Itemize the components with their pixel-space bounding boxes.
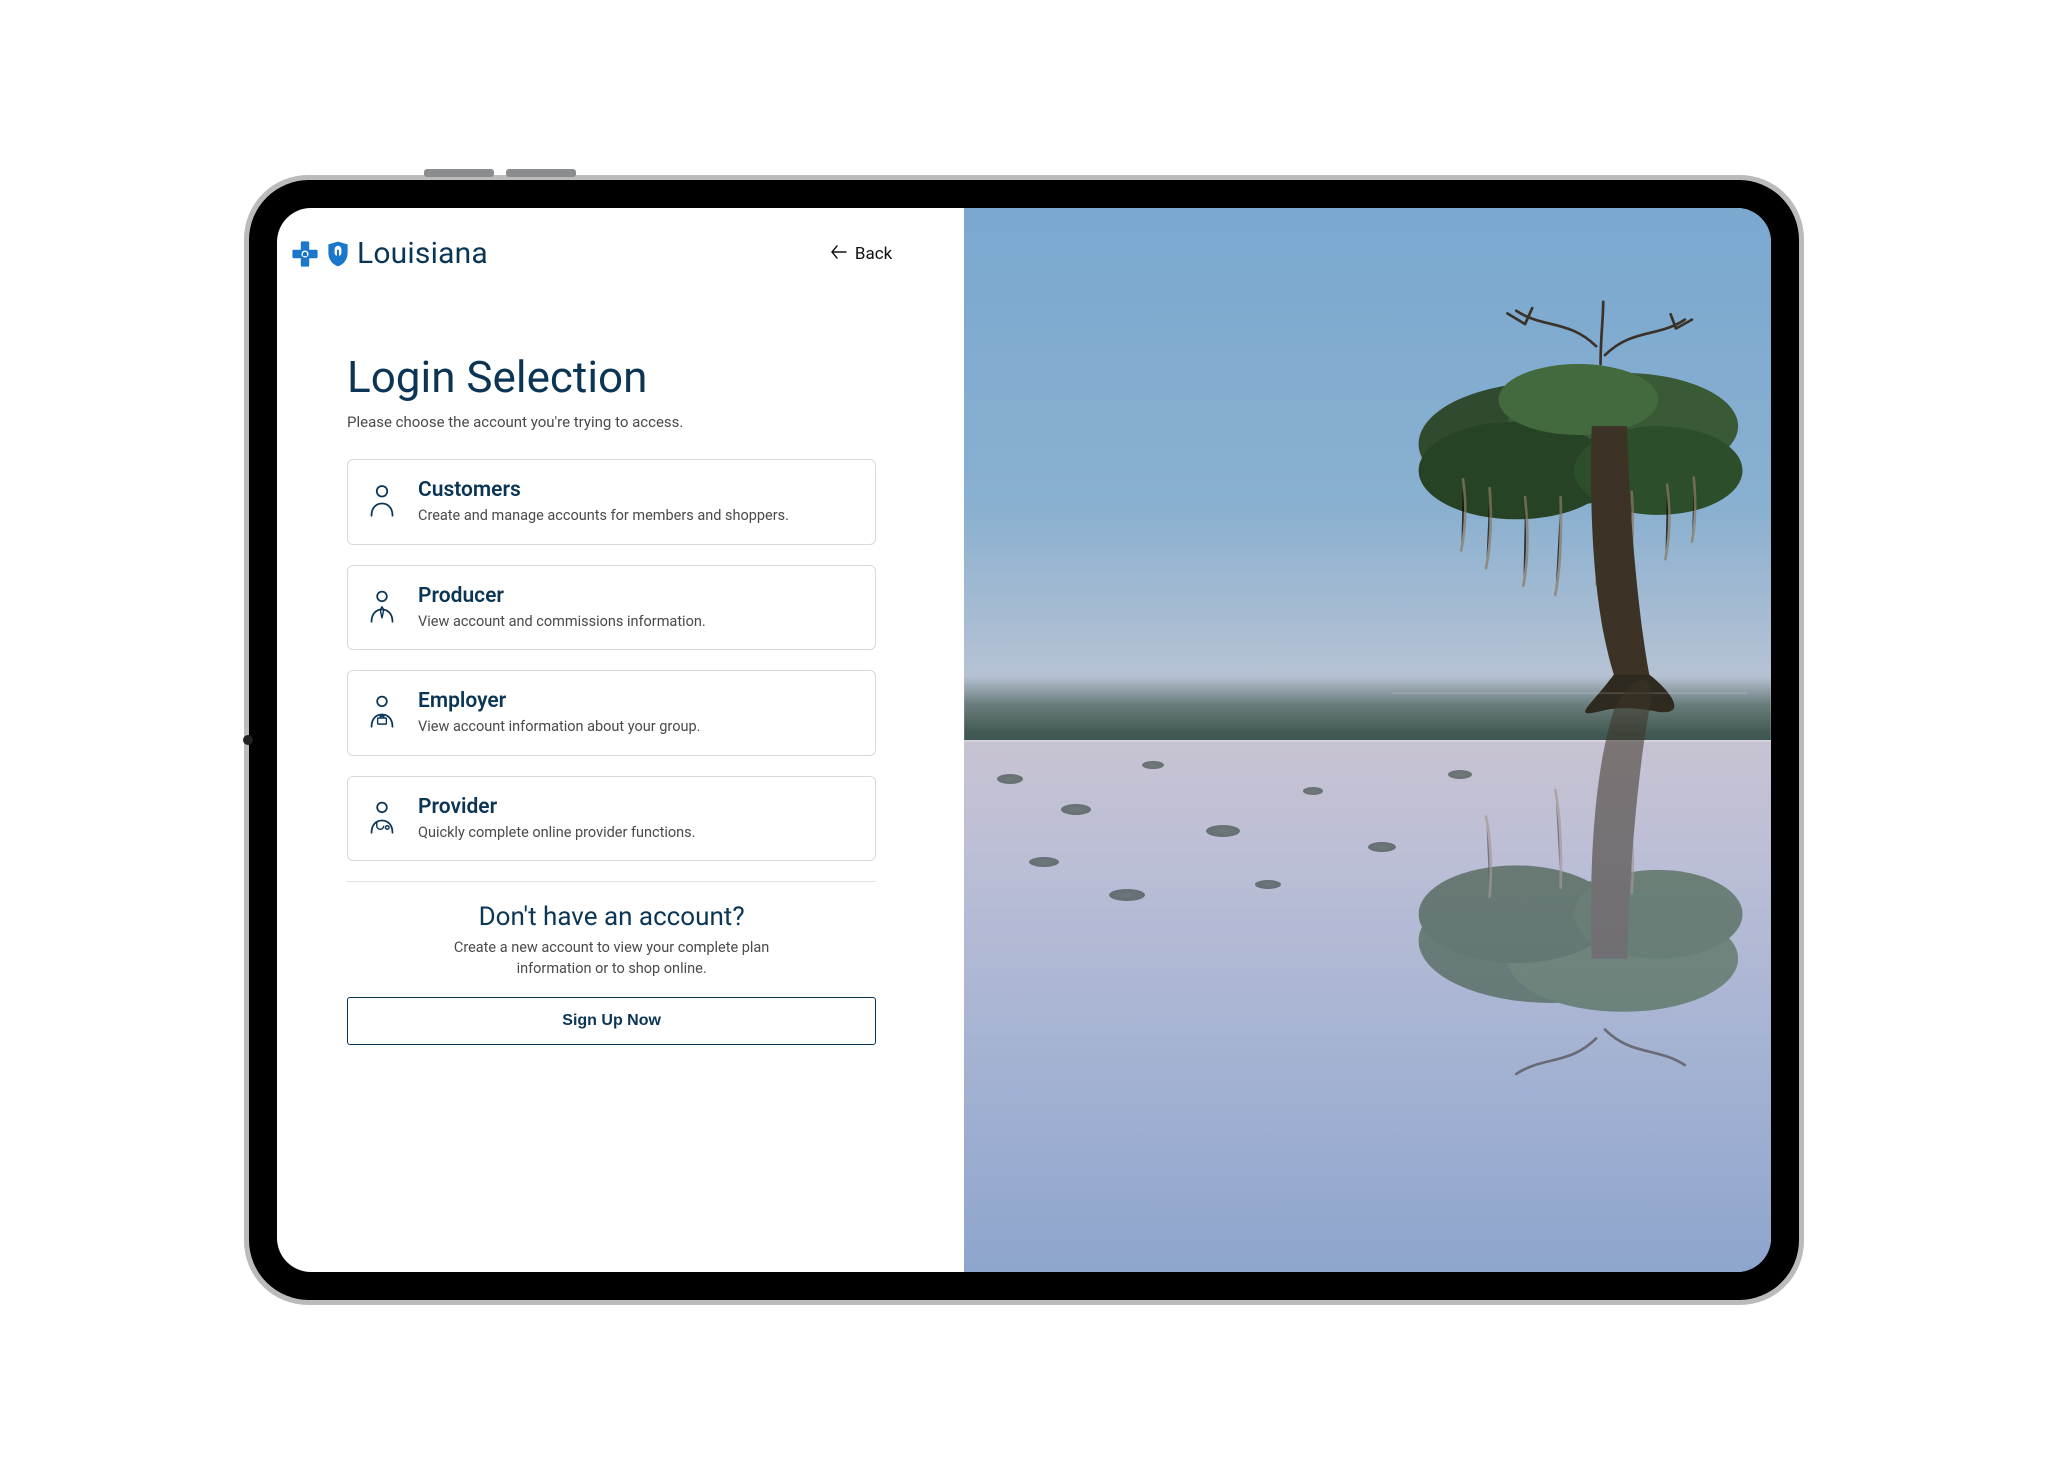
no-account-desc: Create a new account to view your comple… [432, 938, 792, 979]
no-account-title: Don't have an account? [347, 902, 876, 932]
card-desc: Quickly complete online provider functio… [418, 823, 696, 843]
card-desc: View account and commissions information… [418, 612, 706, 632]
screen: Louisiana Back Login Selection Please ch… [277, 208, 1771, 1272]
login-card-employer[interactable]: Employer View account information about … [347, 670, 876, 756]
card-desc: View account information about your grou… [418, 717, 700, 737]
main-content: Login Selection Please choose the accoun… [287, 271, 936, 1045]
login-card-provider[interactable]: Provider Quickly complete online provide… [347, 776, 876, 862]
top-bar: Louisiana Back [287, 230, 936, 271]
card-desc: Create and manage accounts for members a… [418, 506, 789, 526]
brand-name: Louisiana [357, 236, 488, 271]
arrow-left-icon [831, 244, 847, 264]
person-stethoscope-icon [366, 797, 398, 837]
no-account-section: Don't have an account? Create a new acco… [347, 902, 876, 1045]
bluecross-icon [291, 240, 319, 268]
card-title: Customers [418, 478, 789, 502]
divider [347, 881, 876, 882]
back-label: Back [855, 244, 892, 264]
person-briefcase-icon [366, 691, 398, 731]
tablet-device-frame: Louisiana Back Login Selection Please ch… [244, 175, 1804, 1305]
back-button[interactable]: Back [831, 244, 932, 264]
login-card-producer[interactable]: Producer View account and commissions in… [347, 565, 876, 651]
camera-dot [243, 735, 253, 745]
hardware-button [506, 169, 576, 177]
page-subtitle: Please choose the account you're trying … [347, 413, 876, 431]
person-icon [366, 480, 398, 520]
signup-button[interactable]: Sign Up Now [347, 997, 876, 1045]
card-title: Producer [418, 584, 706, 608]
cypress-tree-icon [1392, 293, 1747, 1187]
left-panel: Louisiana Back Login Selection Please ch… [277, 208, 964, 1272]
card-title: Employer [418, 689, 700, 713]
blueshield-icon [327, 240, 349, 268]
brand-logo[interactable]: Louisiana [291, 236, 488, 271]
login-card-customers[interactable]: Customers Create and manage accounts for… [347, 459, 876, 545]
person-tie-icon [366, 586, 398, 626]
hero-image [964, 208, 1771, 1272]
page-title: Login Selection [347, 351, 876, 403]
hardware-button [424, 169, 494, 177]
card-title: Provider [418, 795, 696, 819]
